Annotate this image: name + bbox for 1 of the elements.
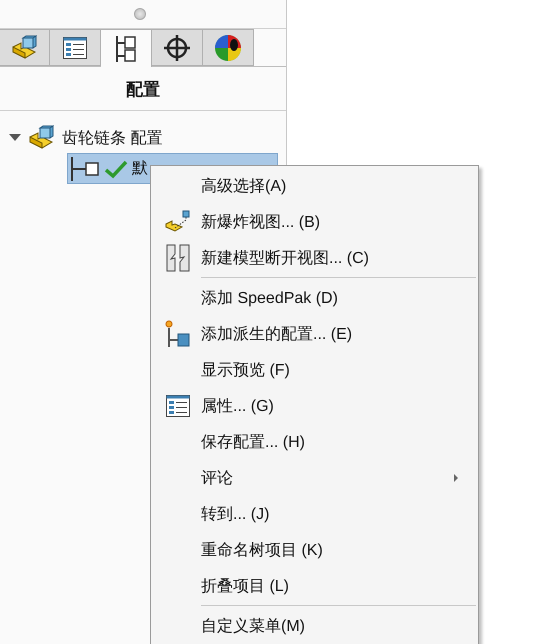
panel-title: 配置 [0, 67, 286, 111]
